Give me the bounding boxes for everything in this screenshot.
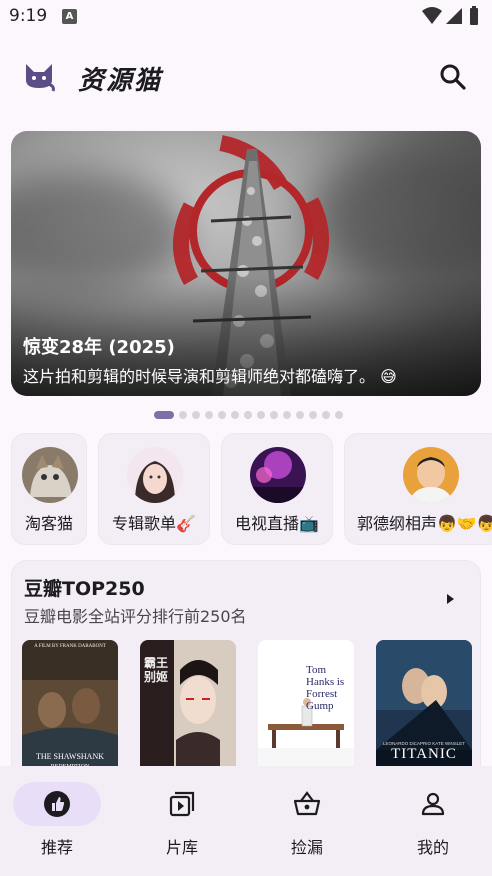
page-dot[interactable] — [270, 411, 278, 419]
poster-main-text: THE SHAWSHANK — [35, 752, 105, 761]
app-title: 资源猫 — [78, 66, 163, 96]
page-dot[interactable] — [231, 411, 239, 419]
page-dot[interactable] — [179, 411, 187, 419]
banner-subtitle: 这片拍和剪辑的时候导演和剪辑师绝对都磕嗨了。 😅 — [23, 367, 397, 386]
person-icon — [421, 792, 445, 816]
nav-label: 我的 — [416, 838, 449, 857]
avatar — [22, 447, 78, 503]
avatar — [250, 447, 306, 503]
search-icon — [440, 64, 466, 90]
douban-top250-card[interactable]: 豆瓣TOP250 豆瓣电影全站评分排行前250名 A FILM BY FRANK… — [11, 560, 481, 790]
status-notification-icon: A — [62, 9, 77, 24]
movie-poster[interactable]: A FILM BY FRANK DARABONT THE SHAWSHANK R… — [22, 640, 118, 780]
section-subtitle: 豆瓣电影全站评分排行前250名 — [24, 607, 247, 626]
avatar — [403, 447, 459, 503]
featured-banner[interactable]: 惊变28年 (2025) 这片拍和剪辑的时候导演和剪辑师绝对都磕嗨了。 😅 — [11, 131, 481, 396]
signal-icon — [446, 8, 462, 24]
nav-item-bargains[interactable]: 捡漏 — [250, 766, 373, 876]
movie-poster[interactable]: Tom Hanks is Forrest Gump — [258, 640, 354, 780]
section-title: 豆瓣TOP250 — [24, 578, 145, 600]
basket-icon — [293, 791, 321, 816]
quick-link-label: 淘客猫 — [24, 514, 73, 533]
page-dot[interactable] — [257, 411, 265, 419]
quick-link-label: 电视直播📺 — [235, 514, 319, 533]
play-arrow-icon[interactable] — [442, 591, 458, 607]
app-bar: 资源猫 — [0, 52, 492, 102]
page-dot[interactable] — [205, 411, 213, 419]
poster-main-text: 霸王别姬 — [144, 656, 169, 684]
quick-link-label: 郭德纲相声👦🤝👦 — [357, 514, 492, 533]
thumb-up-icon — [44, 791, 70, 817]
poster-top-text: A FILM BY FRANK DARABONT — [34, 644, 106, 649]
search-button[interactable] — [438, 62, 468, 92]
status-bar: 9:19 A — [0, 0, 492, 34]
quick-link-taokemao[interactable]: 淘客猫 — [11, 433, 87, 545]
quick-link-guo-degang[interactable]: 郭德纲相声👦🤝👦 — [344, 433, 492, 545]
cat-icon — [22, 60, 56, 92]
page-dot[interactable] — [309, 411, 317, 419]
avatar — [127, 447, 183, 503]
page-dot[interactable] — [244, 411, 252, 419]
nav-item-mine[interactable]: 我的 — [376, 766, 492, 876]
page-dot[interactable] — [335, 411, 343, 419]
quick-link-album-playlist[interactable]: 专辑歌单🎸 — [98, 433, 210, 545]
movie-poster[interactable]: 霸王别姬 — [140, 640, 236, 780]
poster-main-text: TITANIC — [391, 746, 457, 762]
page-dot-active[interactable] — [154, 411, 174, 419]
quick-link-tv-live[interactable]: 电视直播📺 — [221, 433, 333, 545]
video-library-icon — [169, 791, 195, 817]
page-dot[interactable] — [192, 411, 200, 419]
battery-icon — [470, 6, 478, 25]
quick-link-label: 专辑歌单🎸 — [112, 514, 196, 533]
bottom-navigation: 推荐 片库 捡漏 我的 — [0, 766, 492, 876]
nav-label: 推荐 — [40, 838, 73, 857]
poster-main-text: Tom Hanks is Forrest Gump — [306, 664, 345, 712]
nav-item-library[interactable]: 片库 — [125, 766, 248, 876]
page-dot[interactable] — [283, 411, 291, 419]
nav-label: 片库 — [165, 838, 198, 857]
page-dot[interactable] — [296, 411, 304, 419]
status-icons — [420, 6, 484, 26]
wifi-icon — [422, 7, 442, 24]
movie-poster[interactable]: LEONARDO DiCAPRIO KATE WINSLET TITANIC — [376, 640, 472, 780]
nav-item-recommend[interactable]: 推荐 — [0, 766, 123, 876]
page-dot[interactable] — [322, 411, 330, 419]
page-dot[interactable] — [218, 411, 226, 419]
nav-label: 捡漏 — [290, 838, 323, 857]
status-time: 9:19 — [9, 6, 48, 26]
banner-title: 惊变28年 (2025) — [23, 337, 175, 358]
